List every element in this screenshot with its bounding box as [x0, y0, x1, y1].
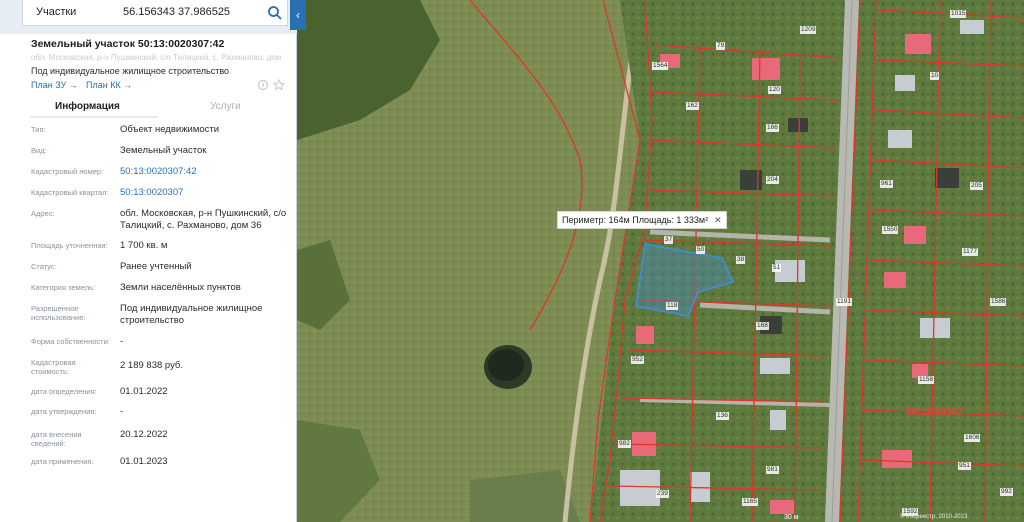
- plot-number-label: 1550: [882, 226, 899, 234]
- plan-zu-link[interactable]: План ЗУ →: [31, 80, 78, 90]
- plot-number-label: 992: [1000, 488, 1013, 496]
- info-row-value: -: [120, 406, 124, 417]
- info-row-label: Тип:: [31, 125, 46, 134]
- plot-number-label: 1015: [950, 10, 967, 18]
- info-row-label: Разрешенное использование:: [31, 304, 86, 322]
- search-input[interactable]: [123, 2, 263, 22]
- plot-number-label: 982: [618, 440, 631, 448]
- plot-number-label: 38: [736, 256, 746, 264]
- info-row-value: 1 700 кв. м: [120, 240, 168, 251]
- info-row-label: Кадастровая стоимость:: [31, 358, 76, 376]
- info-row-value: 20.12.2022: [120, 429, 168, 440]
- plot-number-label: 204: [766, 176, 779, 184]
- plot-number-label: 51: [772, 264, 782, 272]
- plot-number-label: 1586: [990, 298, 1007, 306]
- plot-number-label: 1177: [962, 248, 978, 256]
- search-mode-label[interactable]: Участки: [36, 6, 76, 18]
- info-row-value[interactable]: 50:13:0020307: [120, 187, 292, 199]
- plot-number-label: 168: [756, 322, 769, 330]
- plot-number-label: 981: [766, 466, 779, 474]
- info-row-label: Статус:: [31, 262, 57, 271]
- info-row-label: Категория земель:: [31, 283, 96, 292]
- plan-zu-label[interactable]: План ЗУ: [31, 80, 66, 90]
- info-row-value[interactable]: 50:13:0020307:42: [120, 166, 292, 178]
- plot-number-label: 37: [664, 236, 674, 244]
- search-bar: Участки: [0, 0, 297, 34]
- info-row-label: дата утверждения:: [31, 407, 97, 416]
- info-row-value: Под индивидуальное жилищное строительств…: [120, 303, 263, 326]
- plot-number-label: 166: [766, 124, 779, 132]
- info-panel: Участки Земельный участок 50:13:0020307:…: [0, 0, 297, 522]
- plot-number-label: 120: [768, 86, 781, 94]
- plot-number-label: 1165: [742, 498, 758, 506]
- tabs: Информация Услуги: [18, 96, 290, 118]
- info-row-label: дата определения:: [31, 387, 97, 396]
- plot-number-label: 205: [970, 182, 983, 190]
- plot-number-label: 1191: [836, 298, 852, 306]
- plot-number-label: 50: [696, 246, 706, 254]
- info-row-value: Объект недвижимости: [120, 124, 220, 135]
- close-icon[interactable]: ✕: [714, 215, 722, 225]
- info-row-label: Площадь уточненная:: [31, 241, 108, 250]
- measure-popup: Периметр: 164м Площадь: 1 333м² ✕: [557, 211, 727, 229]
- plot-number-label: 118: [666, 302, 679, 310]
- plan-kk-label[interactable]: План КК: [86, 80, 121, 90]
- plot-number-label: 239: [656, 490, 669, 498]
- parcel-use: Под индивидуальное жилищное строительств…: [31, 66, 230, 76]
- search-icon[interactable]: [266, 4, 284, 22]
- plot-number-label: 1564: [652, 62, 669, 70]
- info-row-label: Кадастровый квартал:: [31, 188, 109, 197]
- plot-number-label: 162: [686, 102, 699, 110]
- info-row-label: Адрес:: [31, 209, 55, 218]
- tab-info[interactable]: Информация: [55, 101, 120, 112]
- plot-number-label: 1158: [918, 376, 934, 384]
- plan-kk-link[interactable]: План КК →: [86, 80, 132, 90]
- map-attribution: © Росреестр, 2010-2023: [900, 514, 968, 520]
- tab-underline: [30, 116, 158, 118]
- info-row-value: Ранее учтенный: [120, 261, 192, 272]
- collapse-panel-button[interactable]: ‹: [290, 0, 306, 30]
- info-row-label: дата внесения сведений:: [31, 430, 82, 448]
- plot-number-label: 1606: [964, 434, 981, 442]
- info-row-value: 01.01.2022: [120, 386, 168, 397]
- info-row-label: Форма собственности:: [31, 337, 110, 346]
- star-icon[interactable]: [273, 79, 285, 91]
- plot-number-label: 952: [631, 356, 644, 364]
- plot-number-label: 10: [930, 72, 940, 80]
- info-row-value: 2 189 838 руб.: [120, 360, 184, 371]
- parcel-address-faded: обл. Московская, р-н Пушкинский, с/о Тал…: [31, 53, 281, 62]
- info-row-value: обл. Московская, р-н Пушкинский, с/о Тал…: [120, 208, 287, 231]
- arrow-right-icon: →: [123, 80, 133, 90]
- plot-number-label: 961: [880, 180, 893, 188]
- quarter-label: 50:13:20307: [906, 407, 963, 418]
- search-box[interactable]: Участки: [22, 0, 288, 26]
- info-row-value: Земельный участок: [120, 145, 207, 156]
- plot-number-label: 951: [958, 462, 971, 470]
- share-icon[interactable]: [257, 79, 269, 91]
- info-row-label: Вид:: [31, 146, 47, 155]
- info-row-value: 01.01.2023: [120, 456, 168, 467]
- measure-popup-text: Периметр: 164м Площадь: 1 333м²: [562, 215, 709, 225]
- info-row-label: Кадастровый номер:: [31, 167, 104, 176]
- info-row-value: Земли населённых пунктов: [120, 282, 241, 293]
- arrow-right-icon: →: [68, 80, 78, 90]
- plot-number-label: 79: [716, 42, 726, 50]
- info-row-label: дата применения:: [31, 457, 94, 466]
- info-row-value: -: [120, 336, 124, 347]
- parcel-title: Земельный участок 50:13:0020307:42: [31, 38, 225, 50]
- tab-services[interactable]: Услуги: [210, 101, 241, 112]
- plot-number-label: 136: [716, 412, 729, 420]
- scale-label: 30 м: [784, 514, 799, 521]
- plot-number-label: 1209: [800, 26, 817, 34]
